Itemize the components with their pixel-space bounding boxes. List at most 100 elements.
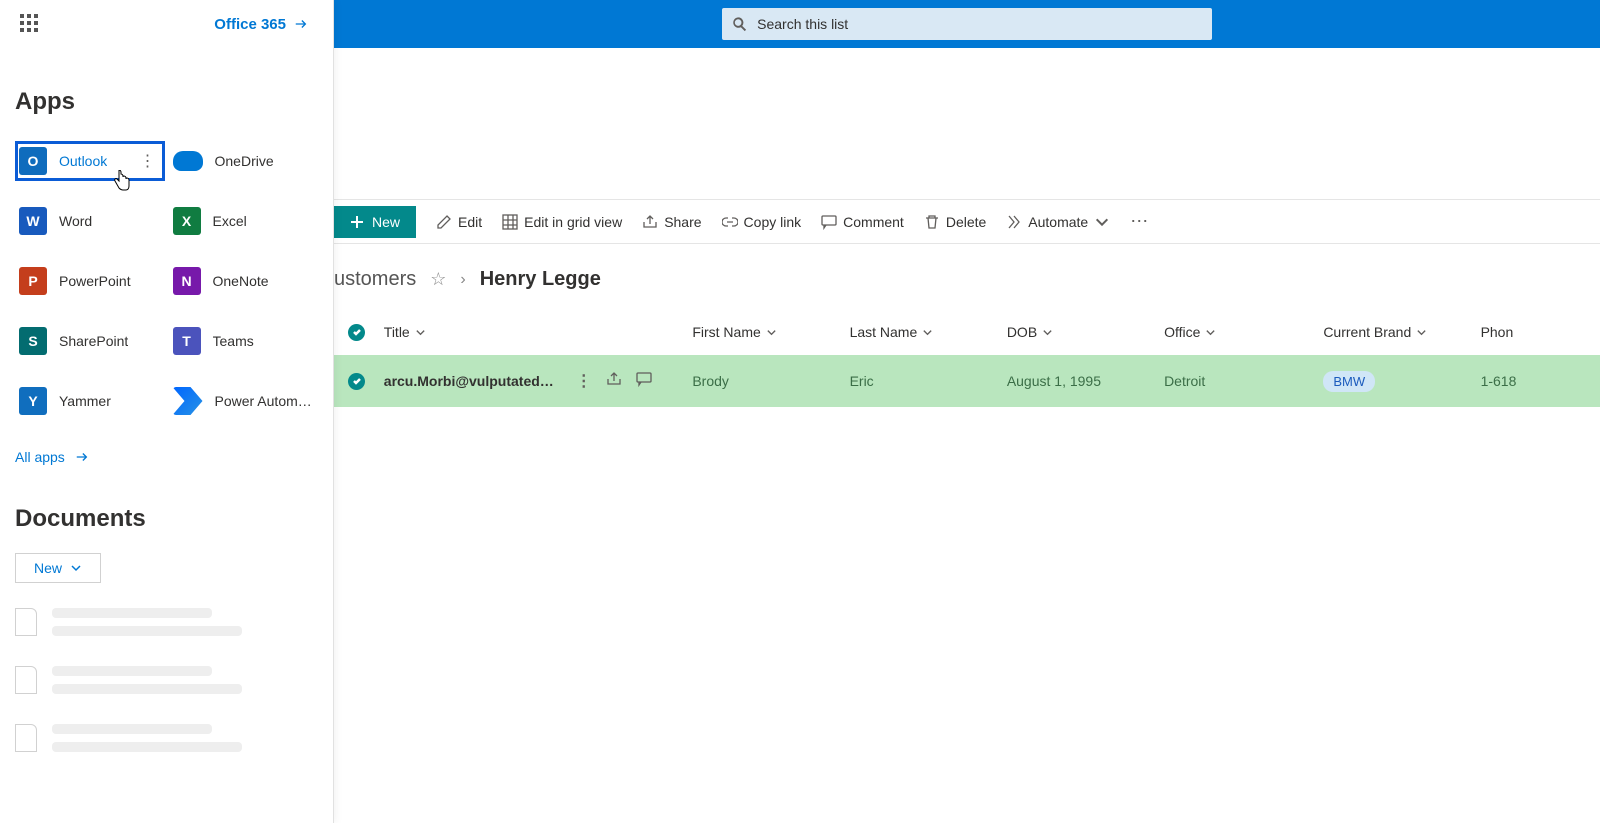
new-button[interactable]: New [334,206,416,238]
app-label: Outlook [59,153,107,169]
pencil-icon [436,214,452,230]
cell-office: Detroit [1164,373,1323,389]
trash-icon [924,214,940,230]
app-label: PowerPoint [59,273,131,289]
row-title-text[interactable]: arcu.Morbi@vulputatedu… [384,373,554,389]
plus-icon [350,215,364,229]
office-365-link[interactable]: Office 365 [214,16,308,33]
app-tile-powerautomate[interactable]: Power Autom… [169,381,319,421]
app-tile-outlook[interactable]: O Outlook ⋮ [15,141,165,181]
breadcrumb-current: Henry Legge [480,268,601,291]
yammer-icon: Y [19,387,47,415]
delete-button[interactable]: Delete [924,214,986,230]
more-horizontal-icon[interactable]: ⋯ [1130,211,1149,232]
main-content: New Edit Edit in grid view Share Copy li… [334,48,1600,823]
app-tile-excel[interactable]: X Excel [169,201,319,241]
comment-button[interactable]: Comment [821,214,904,230]
app-label: Power Autom… [215,393,312,409]
all-apps-label: All apps [15,449,65,465]
document-placeholder [15,666,318,694]
chevron-down-icon [1416,327,1427,338]
chevron-down-icon [1094,214,1110,230]
chevron-down-icon [1042,327,1053,338]
edit-button[interactable]: Edit [436,214,482,230]
column-headers: Title First Name Last Name DOB Office Cu… [334,311,1600,353]
app-tile-yammer[interactable]: Y Yammer [15,381,165,421]
more-vertical-icon[interactable]: ⋮ [140,151,156,171]
cell-first-name: Brody [692,373,849,389]
search-box[interactable] [722,8,1212,40]
chevron-down-icon [766,327,777,338]
cell-last-name: Eric [850,373,1007,389]
chevron-down-icon [1205,327,1216,338]
waffle-icon[interactable] [20,14,40,34]
column-brand[interactable]: Current Brand [1323,324,1480,340]
comment-icon [821,214,837,230]
check-circle-icon [348,324,365,341]
more-vertical-icon[interactable]: ⋮ [576,371,592,391]
column-dob[interactable]: DOB [1007,324,1164,340]
comment-icon[interactable] [636,371,652,387]
column-office[interactable]: Office [1164,324,1323,340]
select-all-column[interactable] [334,324,380,341]
arrow-right-icon [294,17,308,31]
table-row[interactable]: arcu.Morbi@vulputatedu… ⋮ Brody Eric Aug… [334,355,1600,407]
cell-brand: BMW [1323,371,1480,392]
arrow-right-icon [75,450,89,464]
chevron-down-icon [415,327,426,338]
powerautomate-icon [173,387,203,415]
onenote-icon: N [173,267,201,295]
row-select[interactable] [334,373,380,390]
file-icon [15,608,37,636]
app-tile-onedrive[interactable]: OneDrive [169,141,319,181]
column-first-name[interactable]: First Name [692,324,849,340]
file-icon [15,666,37,694]
app-label: Excel [213,213,247,229]
breadcrumb-parent[interactable]: ustomers [334,268,416,291]
app-tile-teams[interactable]: T Teams [169,321,319,361]
check-circle-icon [348,373,365,390]
app-label: OneDrive [215,153,274,169]
star-icon[interactable]: ☆ [430,269,446,290]
sharepoint-icon: S [19,327,47,355]
link-icon [722,214,738,230]
command-bar: New Edit Edit in grid view Share Copy li… [334,200,1600,244]
column-last-name[interactable]: Last Name [850,324,1007,340]
top-banner [334,0,1600,48]
powerpoint-icon: P [19,267,47,295]
document-placeholder [15,724,318,752]
app-launcher-panel: Office 365 Apps O Outlook ⋮ OneDrive W W… [0,0,334,823]
app-label: SharePoint [59,333,128,349]
outlook-icon: O [19,147,47,175]
cell-phone: 1-618 [1481,373,1600,389]
app-tile-sharepoint[interactable]: S SharePoint [15,321,165,361]
search-input[interactable] [757,16,1202,32]
app-tile-word[interactable]: W Word [15,201,165,241]
office-365-label: Office 365 [214,16,286,33]
cell-dob: August 1, 1995 [1007,373,1164,389]
brand-pill: BMW [1323,371,1375,392]
automate-button[interactable]: Automate [1006,214,1110,230]
all-apps-link[interactable]: All apps [15,449,318,465]
app-tile-powerpoint[interactable]: P PowerPoint [15,261,165,301]
apps-heading: Apps [15,88,318,116]
chevron-down-icon [70,562,82,574]
file-icon [15,724,37,752]
edit-grid-button[interactable]: Edit in grid view [502,214,622,230]
teams-icon: T [173,327,201,355]
breadcrumb: ustomers ☆ › Henry Legge [334,244,1600,311]
app-tile-onenote[interactable]: N OneNote [169,261,319,301]
column-phone[interactable]: Phon [1481,324,1600,340]
share-button[interactable]: Share [642,214,701,230]
onedrive-icon [173,151,203,171]
app-label: Teams [213,333,254,349]
app-label: OneNote [213,273,269,289]
share-icon [642,214,658,230]
share-icon[interactable] [606,371,622,387]
copy-link-button[interactable]: Copy link [722,214,802,230]
grid-icon [502,214,518,230]
document-placeholder [15,608,318,636]
column-title[interactable]: Title [380,324,693,340]
new-document-button[interactable]: New [15,553,101,583]
search-icon [732,16,747,32]
